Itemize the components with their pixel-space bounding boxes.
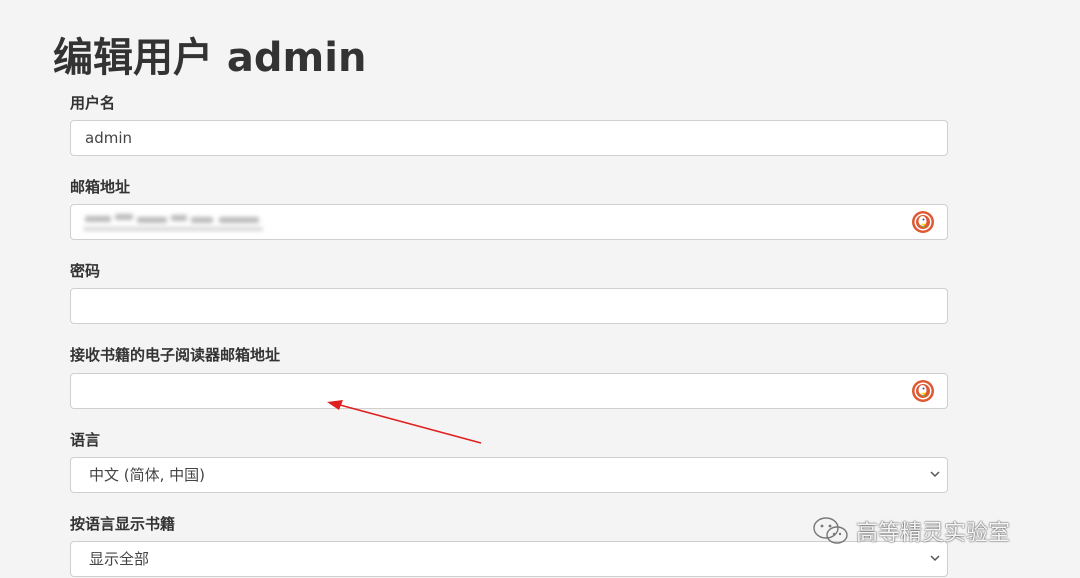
books-language-selected-value: 显示全部 <box>89 550 150 568</box>
duckduckgo-icon[interactable] <box>911 379 935 403</box>
books-language-label: 按语言显示书籍 <box>70 515 176 533</box>
language-label: 语言 <box>70 431 101 449</box>
kindle-email-field[interactable] <box>70 373 948 409</box>
page-title: 编辑用户 admin <box>53 35 367 81</box>
chevron-down-icon <box>930 471 940 478</box>
password-input[interactable] <box>71 289 947 323</box>
password-label: 密码 <box>70 262 101 280</box>
watermark: 高等精灵实验室 <box>812 514 1010 548</box>
kindle-email-input[interactable] <box>71 374 947 408</box>
password-field-box[interactable] <box>70 288 948 324</box>
obscured-email-value <box>79 209 269 237</box>
duckduckgo-icon[interactable] <box>911 210 935 234</box>
language-selected-value: 中文 (简体, 中国) <box>89 466 206 484</box>
username-label: 用户名 <box>70 94 116 112</box>
language-select[interactable]: 中文 (简体, 中国) <box>70 457 948 493</box>
username-field-box[interactable] <box>70 120 948 156</box>
edit-user-page: 编辑用户 admin 用户名 邮箱地址 密码 接收书籍的电子 <box>0 0 1080 578</box>
kindle-email-label: 接收书籍的电子阅读器邮箱地址 <box>70 346 281 364</box>
chevron-down-icon <box>930 555 940 562</box>
username-input[interactable] <box>71 121 947 155</box>
email-label: 邮箱地址 <box>70 178 131 196</box>
wechat-icon <box>813 517 848 544</box>
watermark-text: 高等精灵实验室 <box>856 521 1011 546</box>
email-field[interactable] <box>70 204 948 240</box>
